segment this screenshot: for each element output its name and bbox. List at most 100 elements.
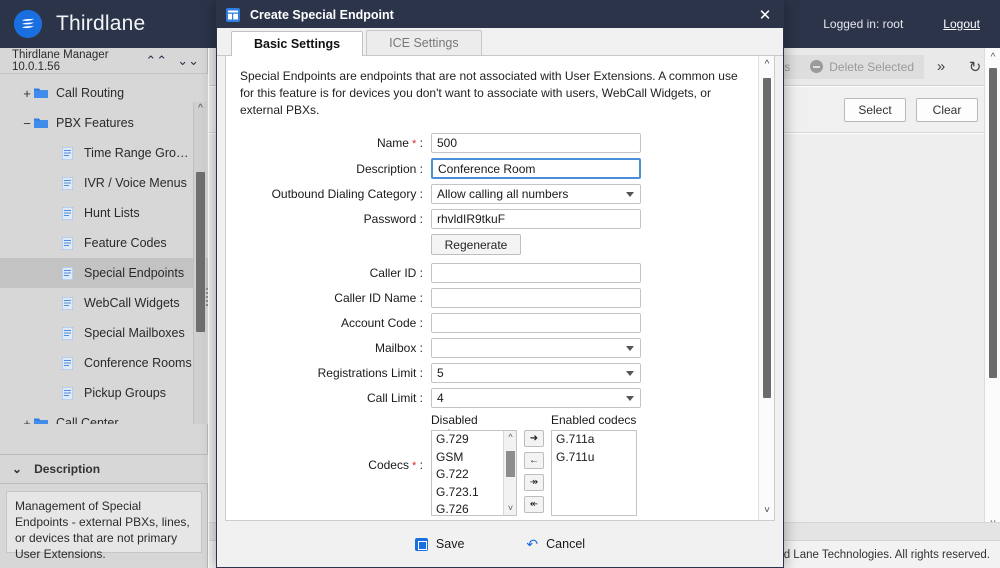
dialog-footer: Save ↶ Cancel xyxy=(217,521,783,567)
cancel-button[interactable]: ↶ Cancel xyxy=(526,537,585,551)
sidebar-item-webcall-widgets[interactable]: WebCall Widgets xyxy=(0,288,208,318)
disabled-codecs-list[interactable]: G.729 GSM G.722 G.723.1 G.726 ^ ˅ xyxy=(431,430,517,516)
sidebar-item-label: Hunt Lists xyxy=(84,206,140,220)
sidebar-item-label: IVR / Voice Menus xyxy=(84,176,187,190)
mailbox-select[interactable] xyxy=(431,338,641,358)
brand: Thirdlane xyxy=(0,10,145,38)
account-code-label: Account Code : xyxy=(340,316,423,330)
dialog-scroll-down-icon[interactable]: ˅ xyxy=(759,503,774,519)
sidebar-item-label: Conference Rooms xyxy=(84,356,192,370)
sidebar-item-pbx-features[interactable]: − PBX Features xyxy=(0,108,208,138)
enabled-codec-item[interactable]: G.711a xyxy=(552,431,636,449)
chevron-down-icon xyxy=(626,346,634,351)
account-code-input[interactable] xyxy=(431,313,641,333)
description-label: Description : xyxy=(356,161,423,176)
folder-icon xyxy=(34,87,56,99)
dialog-scroll-up-icon[interactable]: ^ xyxy=(759,57,774,73)
password-input[interactable] xyxy=(431,209,641,229)
select-button[interactable]: Select xyxy=(844,97,906,122)
page-scroll-thumb[interactable] xyxy=(989,68,997,378)
tree-scrollbar[interactable]: ^ ˅ xyxy=(193,102,206,424)
sidebar-item-label: Pickup Groups xyxy=(84,386,166,400)
description-input[interactable] xyxy=(431,158,641,179)
field-row-codecs: Codecs * : Disabled codecs G.729GSMG.722… xyxy=(238,413,746,516)
document-icon xyxy=(62,206,84,220)
codec-scroll-thumb[interactable] xyxy=(506,451,515,477)
chevron-down-icon xyxy=(626,371,634,376)
sidebar-item-call-routing[interactable]: + Call Routing xyxy=(0,78,208,108)
disabled-codecs-scrollbar[interactable]: ^ ˅ xyxy=(503,431,516,515)
field-row-registrations-limit: Registrations Limit : 5 xyxy=(238,363,746,383)
enabled-codecs-list[interactable]: G.711a G.711u xyxy=(551,430,637,516)
sidebar-item-special-endpoints[interactable]: Special Endpoints xyxy=(0,258,208,288)
name-input[interactable] xyxy=(431,133,641,153)
codecs-label: Codecs * : xyxy=(368,457,423,472)
sidebar-item-label: WebCall Widgets xyxy=(84,296,180,310)
chevron-down-icon: ⌄ xyxy=(12,462,23,476)
clear-button[interactable]: Clear xyxy=(916,97,978,122)
password-label: Password : xyxy=(363,212,423,226)
sidebar-item-feature-codes[interactable]: Feature Codes xyxy=(0,228,208,258)
field-row-caller-id: Caller ID : xyxy=(238,263,746,283)
codecs-transfer-widget: Disabled codecs G.729GSMG.722G.723.1G.72… xyxy=(431,413,637,516)
arrow-left-icon[interactable]: ← xyxy=(524,452,544,469)
arrow-double-right-icon[interactable]: ↠ xyxy=(524,474,544,491)
sidebar-item-label: Feature Codes xyxy=(84,236,167,250)
dialog-body-wrapper: Special Endpoints are endpoints that are… xyxy=(225,56,775,521)
field-row-outbound-dialing-category: Outbound Dialing Category : Allow callin… xyxy=(238,184,746,204)
dialog-title-bar: Create Special Endpoint ✕ xyxy=(217,1,783,28)
chevron-double-down-icon[interactable]: ⌄⌄ xyxy=(177,54,199,67)
outbound-dialing-category-select[interactable]: Allow calling all numbers xyxy=(431,184,641,204)
copyright-text: ird Lane Technologies. All rights reserv… xyxy=(777,548,990,561)
sidebar-splitter-handle[interactable] xyxy=(204,280,210,314)
save-button[interactable]: Save xyxy=(414,537,464,551)
field-row-caller-id-name: Caller ID Name : xyxy=(238,288,746,308)
expand-icon[interactable]: + xyxy=(20,416,34,425)
expand-icon[interactable]: + xyxy=(20,86,34,101)
dialog-scroll-thumb[interactable] xyxy=(763,78,771,398)
sidebar-item-hunt-lists[interactable]: Hunt Lists xyxy=(0,198,208,228)
enabled-codec-item[interactable]: G.711u xyxy=(552,449,636,467)
description-section-header[interactable]: ⌄ Description xyxy=(0,454,208,484)
codec-scroll-up-icon[interactable]: ^ xyxy=(504,431,516,444)
field-row-regenerate: Regenerate xyxy=(238,234,746,255)
tab-ice-settings[interactable]: ICE Settings xyxy=(366,30,482,55)
field-row-mailbox: Mailbox : xyxy=(238,338,746,358)
sidebar-title: Thirdlane Manager 10.0.1.56 xyxy=(12,48,109,73)
arrow-right-icon[interactable]: ➜ xyxy=(524,430,544,447)
more-actions-icon[interactable]: » xyxy=(924,53,958,81)
sidebar-item-pickup-groups[interactable]: Pickup Groups xyxy=(0,378,208,408)
tab-basic-settings-label: Basic Settings xyxy=(254,37,341,51)
registrations-limit-label: Registrations Limit : xyxy=(317,366,423,380)
tab-basic-settings[interactable]: Basic Settings xyxy=(231,31,364,56)
dialog-intro-text: Special Endpoints are endpoints that are… xyxy=(240,69,738,117)
collapse-icon[interactable]: − xyxy=(20,116,34,131)
codec-scroll-down-icon[interactable]: ˅ xyxy=(504,502,516,515)
enabled-codecs-column: Enabled codecs G.711a G.711u xyxy=(551,413,637,516)
page-scroll-up-icon[interactable]: ^ xyxy=(985,50,1000,66)
dialog-body-scrollbar[interactable]: ^ ˅ xyxy=(758,56,774,520)
caller-id-input[interactable] xyxy=(431,263,641,283)
tree-scroll-up-icon[interactable]: ^ xyxy=(194,102,207,116)
regenerate-button[interactable]: Regenerate xyxy=(431,234,521,255)
sidebar-item-conference-rooms[interactable]: Conference Rooms xyxy=(0,348,208,378)
window-panel-icon xyxy=(226,7,240,22)
chevron-double-up-icon[interactable]: ⌃⌃ xyxy=(145,54,167,67)
logout-link[interactable]: Logout xyxy=(943,17,980,31)
sidebar-item-call-center[interactable]: + Call Center xyxy=(0,408,208,424)
registrations-limit-select[interactable]: 5 xyxy=(431,363,641,383)
sidebar-item-label: Call Center xyxy=(56,416,119,424)
required-marker: * xyxy=(408,459,417,472)
document-icon xyxy=(62,236,84,250)
delete-selected-button[interactable]: Delete Selected xyxy=(800,54,924,79)
logged-in-label: Logged in: root xyxy=(823,17,904,31)
dialog-body: Special Endpoints are endpoints that are… xyxy=(226,56,758,520)
close-icon[interactable]: ✕ xyxy=(755,6,775,24)
sidebar-item-special-mailboxes[interactable]: Special Mailboxes xyxy=(0,318,208,348)
sidebar-item-ivr-voice-menus[interactable]: IVR / Voice Menus xyxy=(0,168,208,198)
arrow-double-left-icon[interactable]: ↞ xyxy=(524,496,544,513)
page-scrollbar[interactable]: ^ ˅ xyxy=(984,48,1000,534)
caller-id-name-input[interactable] xyxy=(431,288,641,308)
sidebar-item-time-range-groups[interactable]: Time Range Groups xyxy=(0,138,208,168)
call-limit-select[interactable]: 4 xyxy=(431,388,641,408)
